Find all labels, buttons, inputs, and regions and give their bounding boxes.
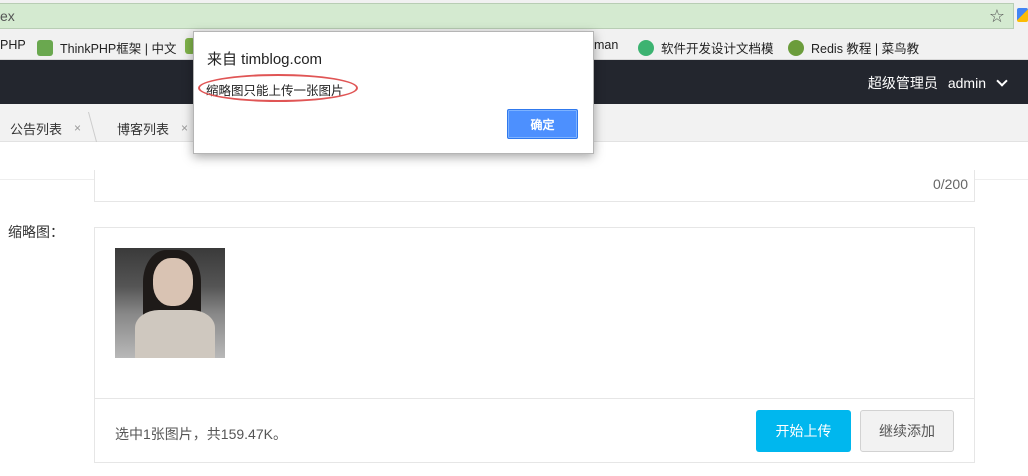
bookmark-man[interactable]: man (594, 38, 618, 52)
tab-announcements[interactable]: 公告列表 × (10, 113, 81, 143)
close-icon[interactable]: × (181, 121, 188, 135)
bookmark-redis[interactable]: Redis 教程 | 菜鸟教 (788, 38, 919, 57)
redis-icon (788, 39, 804, 56)
extension-icon[interactable] (1017, 8, 1028, 22)
alert-dialog: 来自 timblog.com 缩略图只能上传一张图片 确定 (193, 31, 594, 154)
ok-button[interactable]: 确定 (507, 109, 578, 139)
close-icon[interactable]: × (74, 121, 81, 135)
upload-panel: 选中1张图片，共159.47K。 开始上传 继续添加 (94, 227, 975, 463)
bookmark-software-docs[interactable]: 软件开发设计文档模 (638, 38, 774, 57)
photo-face (153, 258, 193, 306)
address-bar[interactable]: ex ☆ (0, 3, 1014, 29)
bookmark-thinkphp[interactable]: ThinkPHP框架 | 中文 (37, 38, 176, 57)
chevron-down-icon (996, 74, 1008, 87)
address-text: ex (0, 8, 15, 24)
bookmark-label: Redis 教程 | 菜鸟教 (811, 42, 920, 56)
thumbnail-preview[interactable] (115, 248, 225, 358)
user-menu[interactable]: 超级管理员 admin (867, 73, 1008, 93)
bookmark-label: man (594, 38, 619, 52)
highlight-oval (198, 74, 358, 102)
alert-title: 来自 timblog.com (207, 51, 323, 68)
bookmark-label: 软件开发设计文档模 (661, 42, 774, 56)
tab-label: 博客列表 (117, 121, 170, 137)
upload-footer: 选中1张图片，共159.47K。 开始上传 继续添加 (95, 398, 974, 463)
user-role: 超级管理员 (867, 75, 938, 91)
upload-status: 选中1张图片，共159.47K。 (115, 426, 287, 442)
leaf-icon (638, 39, 654, 56)
browser-toolbar: ex ☆ (0, 0, 1028, 32)
bookmark-php[interactable]: PHP (0, 38, 26, 52)
char-counter: 0/200 (932, 176, 968, 192)
photo-body (135, 310, 215, 358)
summary-textarea[interactable]: 0/200 (94, 170, 975, 202)
tab-divider (87, 112, 105, 142)
tab-blogs[interactable]: 博客列表 × (117, 113, 188, 143)
continue-add-button[interactable]: 继续添加 (860, 410, 954, 452)
bookmark-star-icon[interactable]: ☆ (989, 6, 1005, 27)
bookmark-label: ThinkPHP框架 | 中文 (60, 42, 177, 56)
tab-label: 公告列表 (10, 121, 63, 137)
thinkphp-icon (37, 39, 53, 56)
bookmark-label: PHP (0, 38, 26, 52)
thumbnail-label: 缩略图： (8, 224, 64, 240)
username: admin (947, 75, 986, 91)
start-upload-button[interactable]: 开始上传 (756, 410, 851, 452)
